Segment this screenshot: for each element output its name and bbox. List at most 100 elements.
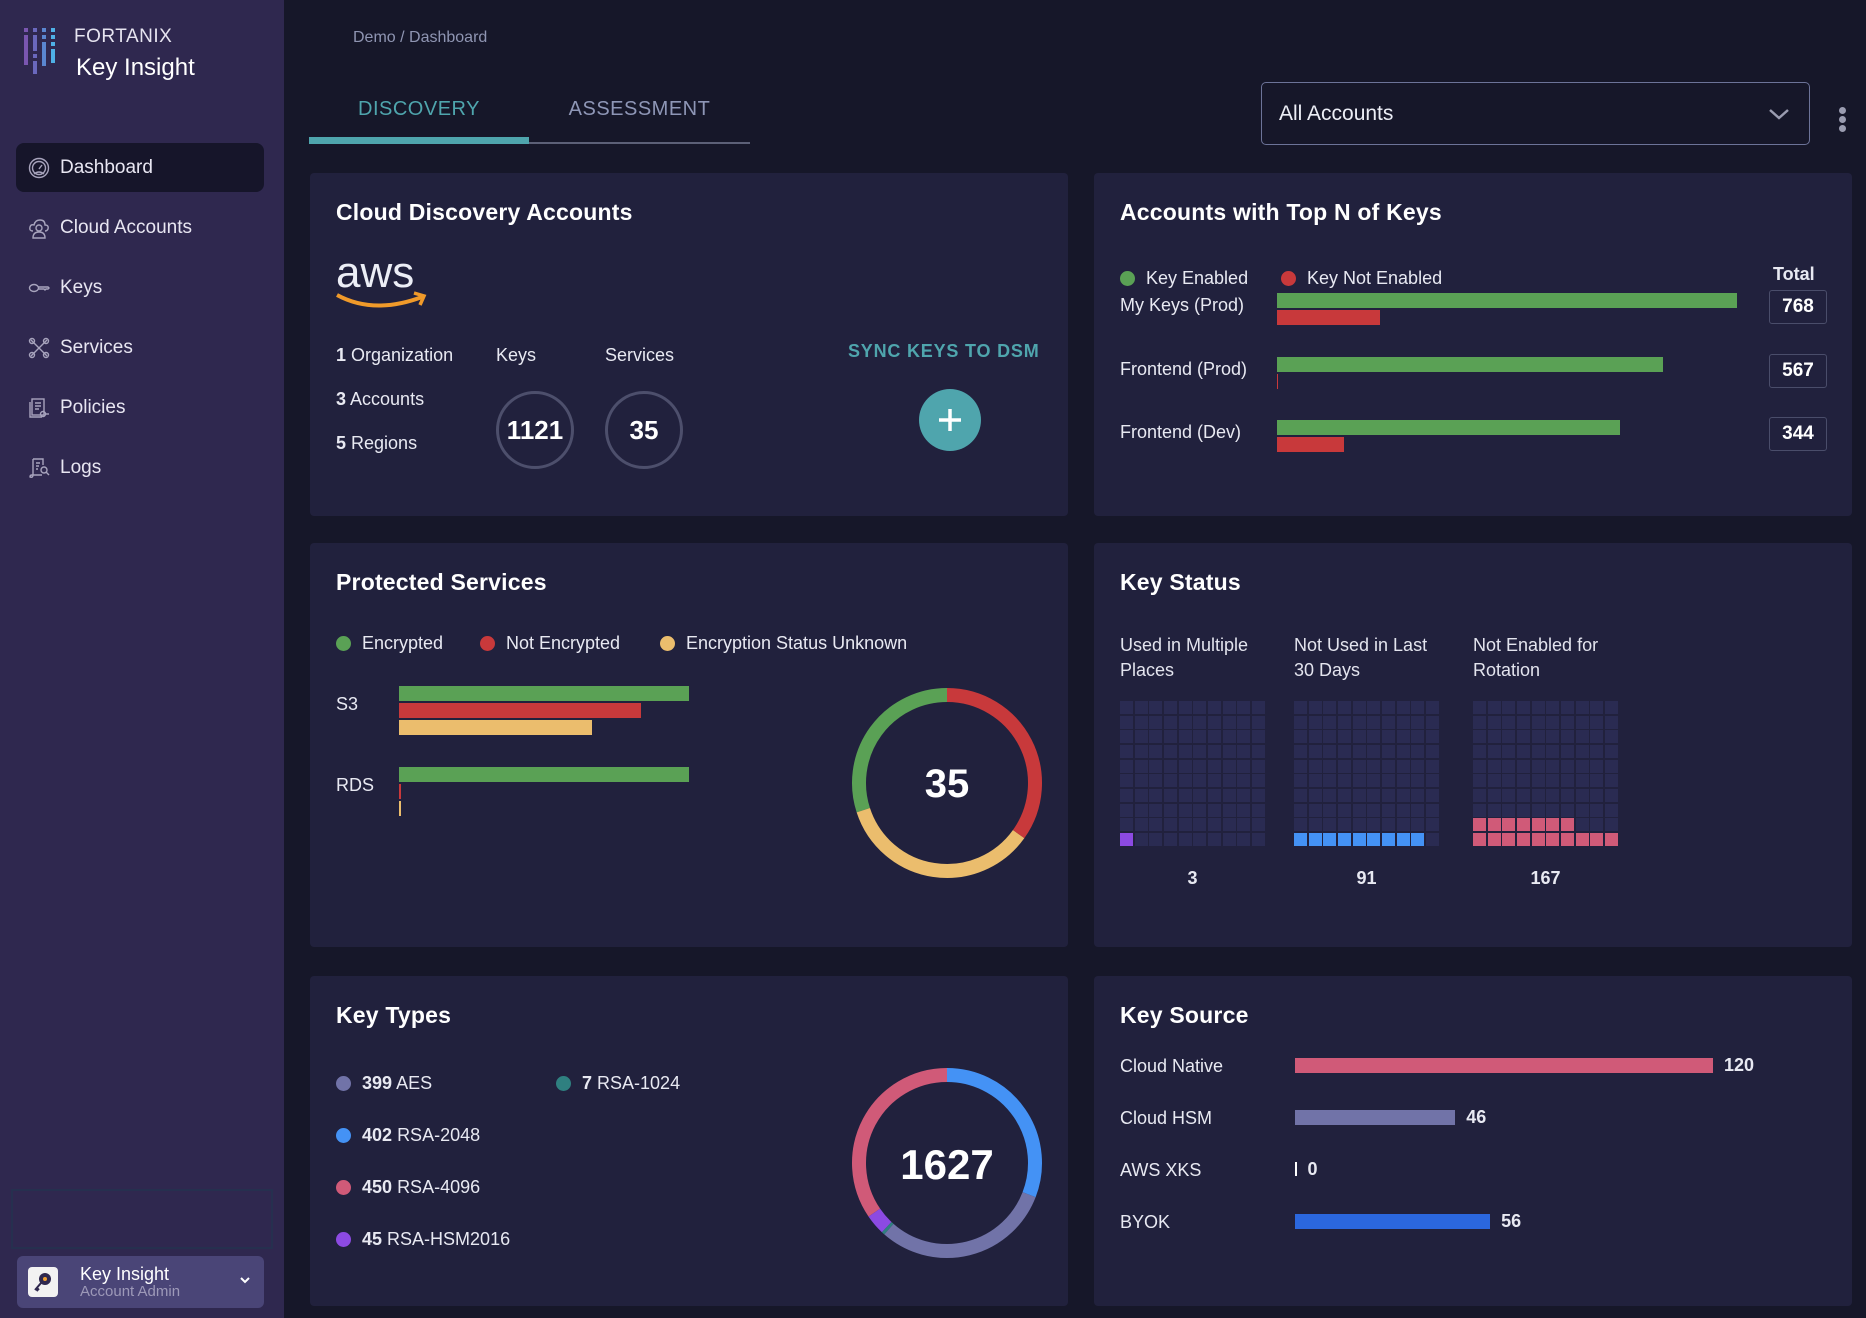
category-label: Frontend (Dev) <box>1120 422 1242 442</box>
waffle-cell <box>1575 788 1589 803</box>
waffle-cell <box>1381 818 1396 832</box>
waffle-cell <box>1149 803 1163 817</box>
card-title: Accounts with Top N of Keys <box>1120 199 1442 225</box>
waffle-cell <box>1487 818 1501 832</box>
waffle-cell <box>1531 818 1545 832</box>
waffle-cell <box>1120 759 1134 773</box>
waffle-cell <box>1251 774 1265 788</box>
waffle-cell <box>1473 715 1487 729</box>
bar-key-source[interactable] <box>1295 1214 1491 1229</box>
waffle-cell <box>1396 730 1410 744</box>
waffle-cell <box>1411 701 1425 715</box>
waffle-cell <box>1411 832 1425 846</box>
waffle-cell <box>1487 744 1501 759</box>
key-types-card: Key Types 399 AES 402 RSA-2048 450 RSA-409… <box>310 976 1068 1306</box>
sync-keys-button[interactable] <box>919 389 981 451</box>
waffle-cell <box>1352 759 1366 773</box>
waffle-cell <box>1487 730 1501 744</box>
waffle-value: 167 <box>1530 868 1561 888</box>
donut-slice-rsa-hsm2016[interactable] <box>868 1208 892 1233</box>
waffle-cell <box>1251 818 1265 832</box>
bar-key-enabled[interactable] <box>1277 420 1620 435</box>
stat-regions: 5 Regions <box>336 433 418 453</box>
waffle-cell <box>1193 818 1207 832</box>
waffle-cell <box>1149 832 1163 846</box>
waffle-cell <box>1575 818 1589 832</box>
waffle-cell <box>1590 832 1604 846</box>
waffle-cell <box>1222 744 1236 759</box>
waffle-cell <box>1473 701 1487 715</box>
waffle-cell <box>1411 744 1425 759</box>
more-options-button[interactable] <box>1835 107 1849 133</box>
waffle-cell <box>1367 759 1381 773</box>
waffle-cell <box>1120 715 1134 729</box>
policy-document-icon <box>28 397 50 419</box>
waffle-cell <box>1381 730 1396 744</box>
waffle-cell <box>1207 818 1222 832</box>
waffle-cell <box>1149 730 1163 744</box>
waffle-cell <box>1590 715 1604 729</box>
bar-key-not-enabled[interactable] <box>1277 437 1345 452</box>
bar-key-source[interactable] <box>1295 1162 1297 1176</box>
breadcrumb: Demo / Dashboard <box>353 29 488 46</box>
sidebar-item-keys[interactable]: Keys <box>16 263 264 312</box>
aws-logo-icon: aws <box>336 253 427 308</box>
bar-key-enabled[interactable] <box>1277 293 1737 308</box>
donut-slice-rsa-1024[interactable] <box>881 1221 894 1235</box>
waffle-cell <box>1396 715 1410 729</box>
account-role: Account Admin <box>80 1283 181 1300</box>
bar-key-not-enabled[interactable] <box>1277 374 1279 389</box>
account-select[interactable]: All Accounts <box>1261 82 1810 145</box>
account-avatar <box>28 1267 58 1297</box>
waffle-cell <box>1222 715 1236 729</box>
donut-slice-encryption-status-unknown[interactable] <box>856 807 1025 878</box>
waffle-cell <box>1396 803 1410 817</box>
waffle-cell <box>1516 832 1531 846</box>
waffle-cell <box>1531 803 1545 817</box>
waffle-cell <box>1251 803 1265 817</box>
sidebar-item-cloud-accounts[interactable]: Cloud Accounts <box>16 203 264 252</box>
bar-not-encrypted[interactable] <box>399 703 641 718</box>
waffle-cell <box>1502 744 1516 759</box>
bar-encrypted[interactable] <box>399 686 689 701</box>
bar-key-enabled[interactable] <box>1277 357 1663 372</box>
bar-status-unknown[interactable] <box>399 720 593 735</box>
bar-key-source[interactable] <box>1295 1110 1456 1125</box>
waffle-cell <box>1425 818 1439 832</box>
legend-item: 450 RSA-4096 <box>336 1177 480 1198</box>
tab-assessment[interactable]: ASSESSMENT <box>529 98 750 144</box>
tab-discovery[interactable]: DISCOVERY <box>309 98 529 144</box>
waffle-cell <box>1487 759 1501 773</box>
waffle-cell <box>1473 730 1487 744</box>
waffle-cell <box>1134 774 1148 788</box>
sync-keys-link[interactable]: SYNC KEYS TO DSM <box>848 341 1040 362</box>
waffle-cell <box>1531 701 1545 715</box>
bar-key-not-enabled[interactable] <box>1277 310 1381 325</box>
donut-slice-aes[interactable] <box>884 1191 1036 1258</box>
sidebar-item-policies[interactable]: Policies <box>16 383 264 432</box>
waffle-value: 91 <box>1356 868 1377 888</box>
bar-not-encrypted[interactable] <box>399 784 401 799</box>
waffle-cell <box>1337 701 1352 715</box>
bar-status-unknown[interactable] <box>399 801 401 816</box>
waffle-cell <box>1222 759 1236 773</box>
category-label: Cloud HSM <box>1120 1108 1213 1128</box>
waffle-cell <box>1178 744 1192 759</box>
waffle-cell <box>1367 774 1381 788</box>
sidebar-item-dashboard[interactable]: Dashboard <box>16 143 264 192</box>
account-switcher[interactable]: Key Insight Account Admin <box>17 1256 264 1308</box>
waffle-cell <box>1531 715 1545 729</box>
waffle-cell <box>1352 818 1366 832</box>
total-header: Total <box>1773 264 1815 284</box>
bar-key-source[interactable] <box>1295 1058 1713 1073</box>
sidebar-item-logs[interactable]: Logs <box>16 443 264 492</box>
waffle-cell <box>1425 744 1439 759</box>
legend-item: 399 AES <box>336 1073 432 1094</box>
sidebar-item-services[interactable]: Services <box>16 323 264 372</box>
waffle-cell <box>1308 744 1322 759</box>
waffle-cell <box>1473 788 1487 803</box>
waffle-cell <box>1120 730 1134 744</box>
waffle-cell <box>1251 759 1265 773</box>
waffle-cell <box>1308 788 1322 803</box>
bar-encrypted[interactable] <box>399 767 689 782</box>
